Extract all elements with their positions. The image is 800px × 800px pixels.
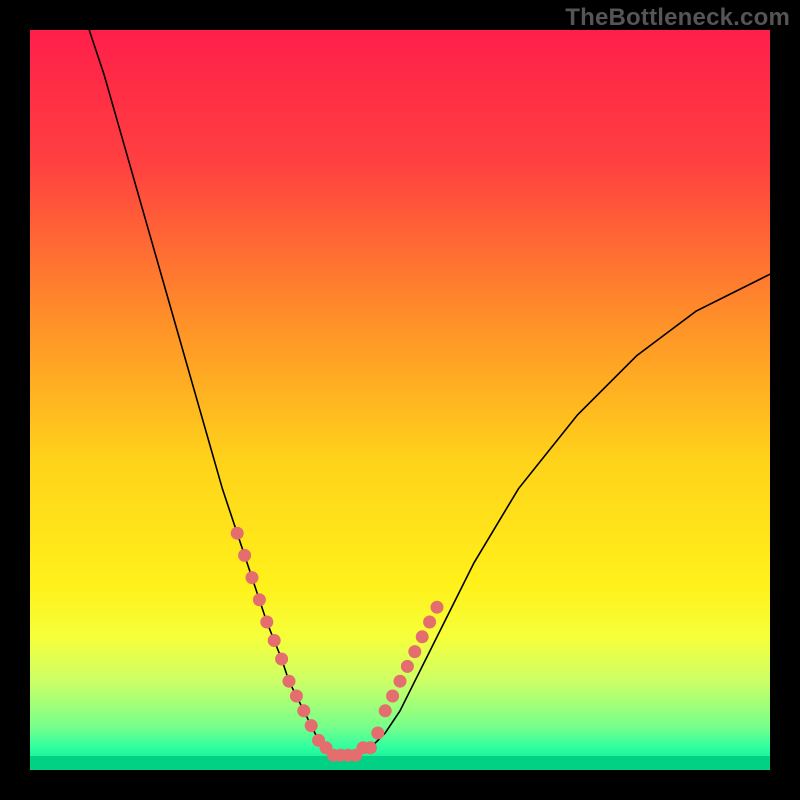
watermark-text: TheBottleneck.com: [565, 4, 790, 32]
highlight-dot: [379, 704, 392, 717]
highlight-dot: [371, 727, 384, 740]
highlight-dot: [275, 653, 288, 666]
highlight-dot: [364, 741, 377, 754]
highlight-dot: [394, 675, 407, 688]
highlight-dot: [283, 675, 296, 688]
bottleneck-curve: [30, 30, 770, 770]
highlight-dot: [305, 719, 318, 732]
highlight-dot: [416, 630, 429, 643]
highlight-dot: [260, 616, 273, 629]
highlight-dot: [401, 660, 414, 673]
highlight-dot: [238, 549, 251, 562]
highlight-dot: [268, 634, 281, 647]
highlight-dot: [386, 690, 399, 703]
highlight-dot: [246, 571, 259, 584]
highlight-dot: [423, 616, 436, 629]
highlight-dot: [431, 601, 444, 614]
highlight-dot: [253, 593, 266, 606]
highlight-dot: [290, 690, 303, 703]
highlight-dot: [297, 704, 310, 717]
chart-plot-area: [30, 30, 770, 770]
highlight-dot: [408, 645, 421, 658]
highlight-dot: [231, 527, 244, 540]
